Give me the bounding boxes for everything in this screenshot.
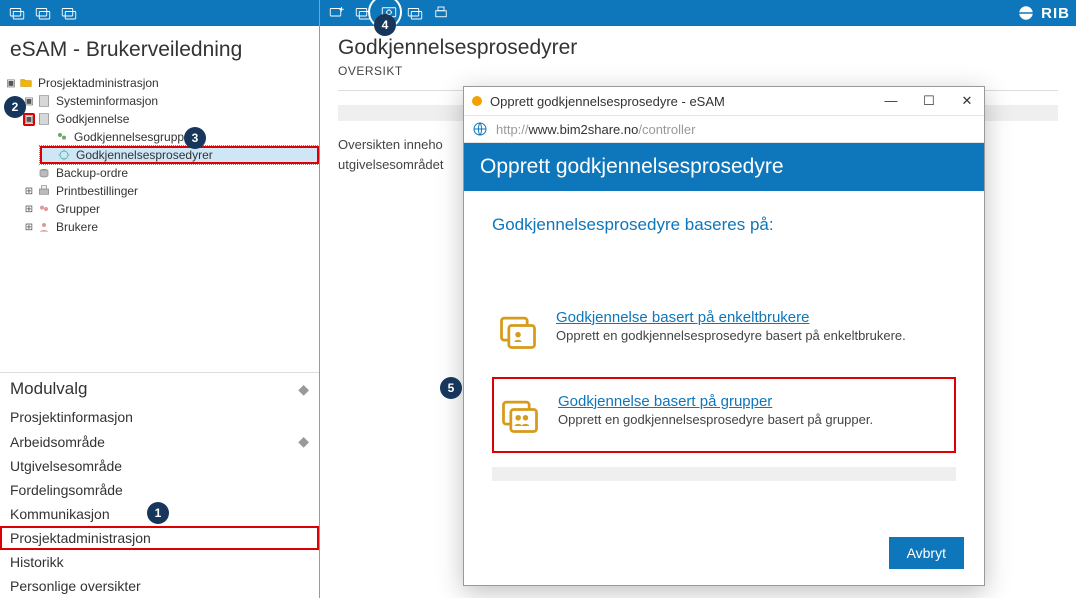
module-work-area[interactable]: Arbeidsområde◆ [0, 429, 319, 454]
toolbar-icon-1[interactable] [6, 2, 28, 24]
url-path: /controller [638, 122, 695, 137]
tree-approval-groups[interactable]: Godkjennelsesgrupper [40, 128, 319, 146]
url-protocol: http:// [496, 122, 529, 137]
info-icon [36, 93, 52, 109]
left-panel: eSAM - Brukerveiledning 2 3 ▣ Prosjektad… [0, 0, 320, 598]
module-release-area[interactable]: Utgivelsesområde [0, 454, 319, 478]
dialog-address-bar[interactable]: http:// www.bim2share.no /controller [464, 115, 984, 143]
rib-logo-icon [1017, 4, 1035, 22]
step-badge-2: 2 [4, 96, 26, 118]
tree-label: Grupper [56, 202, 100, 216]
tree-label: Backup-ordre [56, 166, 128, 180]
module-personal-views[interactable]: Personlige oversikter [0, 574, 319, 598]
page-heading: Godkjennelsesprosedyrer [320, 26, 1076, 64]
expand-icon[interactable]: ⊞ [24, 204, 34, 215]
step-badge-3: 3 [184, 127, 206, 149]
globe-icon [472, 121, 488, 137]
chevron-icon: ◆ [298, 433, 309, 450]
backup-icon [36, 165, 52, 181]
close-button[interactable]: ✕ [958, 93, 976, 109]
dialog-titlebar[interactable]: Opprett godkjennelsesprosedyre - eSAM — … [464, 87, 984, 115]
maximize-button[interactable]: ☐ [920, 93, 938, 109]
left-toolbar [0, 0, 319, 26]
option-description: Opprett en godkjennelsesprosedyre basert… [558, 412, 873, 427]
module-distribution-area[interactable]: Fordelingsområde [0, 478, 319, 502]
create-procedure-dialog: Opprett godkjennelsesprosedyre - eSAM — … [463, 86, 985, 586]
option-icon [496, 309, 540, 353]
dialog-body: Godkjennelsesprosedyre baseres på: Godkj… [464, 191, 984, 505]
dialog-heading: Opprett godkjennelsesprosedyre [464, 143, 984, 191]
tree-label: Godkjennelsesgrupper [74, 130, 195, 144]
user-icon [36, 219, 52, 235]
tree-grupper[interactable]: ⊞ Grupper [22, 200, 319, 218]
option-description: Opprett en godkjennelsesprosedyre basert… [556, 328, 906, 343]
groups-icon [54, 129, 70, 145]
option-groups[interactable]: Godkjennelse basert på grupper Opprett e… [492, 377, 956, 453]
option-icon [498, 393, 542, 437]
tree-label: Godkjennelsesprosedyrer [76, 148, 213, 162]
tree-brukere[interactable]: ⊞ Brukere [22, 218, 319, 236]
option-single-users[interactable]: Godkjennelse basert på enkeltbrukere Opp… [492, 295, 956, 367]
option-link[interactable]: Godkjennelse basert på grupper [558, 393, 772, 410]
expand-icon[interactable]: ⊞ [24, 222, 34, 233]
tree-print[interactable]: ⊞ Printbestillinger [22, 182, 319, 200]
url-host: www.bim2share.no [529, 122, 639, 137]
tree-label: Brukere [56, 220, 98, 234]
group-icon [36, 201, 52, 217]
page-title: eSAM - Brukerveiledning [0, 26, 319, 72]
window-controls: — ☐ ✕ [882, 93, 976, 109]
folder-icon [18, 75, 34, 91]
step-badge-1: 1 [147, 502, 169, 524]
option-link[interactable]: Godkjennelse basert på enkeltbrukere [556, 309, 810, 326]
toolbar-print-icon[interactable] [430, 2, 452, 24]
tree-label: Godkjennelse [56, 112, 129, 126]
module-history[interactable]: Historikk [0, 550, 319, 574]
minimize-button[interactable]: — [882, 93, 900, 109]
module-project-info[interactable]: Prosjektinformasjon [0, 405, 319, 429]
brand: RIB [1017, 4, 1070, 22]
tree-approval-procedures[interactable]: Godkjennelsesprosedyrer [40, 146, 319, 164]
tree-backup[interactable]: Backup-ordre [22, 164, 319, 182]
toolbar-icon[interactable] [404, 2, 426, 24]
pin-icon[interactable]: ◆ [298, 381, 309, 398]
cancel-button[interactable]: Avbryt [889, 537, 964, 569]
dialog-progress-bar [492, 467, 956, 481]
dialog-title: Opprett godkjennelsesprosedyre - eSAM [490, 94, 725, 109]
module-header: Modulvalg ◆ [0, 372, 319, 405]
body-text-start: Oversikten inneho [338, 137, 443, 152]
tree-systeminfo[interactable]: ▣ Systeminformasjon [22, 92, 319, 110]
dialog-footer: Avbryt [889, 537, 964, 569]
tree-godkjennelse[interactable]: ▣ Godkjennelse [22, 110, 319, 128]
tree-label: Prosjektadministrasjon [38, 76, 159, 90]
printer-icon [36, 183, 52, 199]
dialog-subheading: Godkjennelsesprosedyre baseres på: [492, 215, 956, 235]
toolbar-new-icon[interactable] [326, 2, 348, 24]
tree-label: Systeminformasjon [56, 94, 158, 108]
tree-label: Printbestillinger [56, 184, 138, 198]
module-project-admin[interactable]: Prosjektadministrasjon [0, 526, 319, 550]
procedure-icon [56, 147, 72, 163]
module-header-label: Modulvalg [10, 379, 88, 399]
left-content: eSAM - Brukerveiledning 2 3 ▣ Prosjektad… [0, 26, 319, 598]
toolbar-icon-2[interactable] [32, 2, 54, 24]
tree-root[interactable]: ▣ Prosjektadministrasjon [4, 74, 319, 92]
toolbar-icon-3[interactable] [58, 2, 80, 24]
expand-icon[interactable]: ▣ [6, 78, 16, 89]
right-toolbar: 4 RIB [320, 0, 1076, 26]
expand-icon[interactable]: ▣ [24, 114, 34, 125]
dialog-favicon [472, 96, 482, 106]
module-list: Prosjektinformasjon Arbeidsområde◆ Utgiv… [0, 405, 319, 598]
step-badge-5: 5 [440, 377, 462, 399]
expand-icon[interactable]: ⊞ [24, 186, 34, 197]
approval-icon [36, 111, 52, 127]
tree-view: 2 3 ▣ Prosjektadministrasjon ▣ Systeminf… [0, 72, 319, 372]
toolbar-icon[interactable] [352, 2, 374, 24]
module-communication[interactable]: Kommunikasjon 1 [0, 502, 319, 526]
step-badge-4: 4 [374, 14, 396, 36]
brand-text: RIB [1041, 5, 1070, 22]
